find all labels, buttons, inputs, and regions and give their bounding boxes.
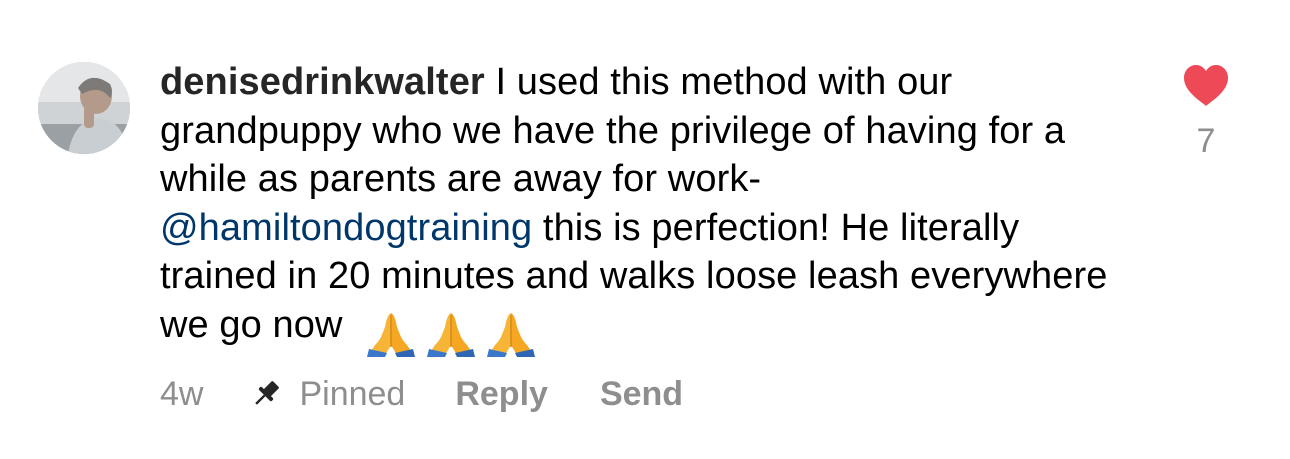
mention-link[interactable]: @hamiltondogtraining bbox=[160, 207, 532, 249]
comment-meta: 4w Pinned Reply Send bbox=[160, 372, 683, 416]
send-button[interactable]: Send bbox=[600, 375, 683, 414]
pinned-indicator: Pinned bbox=[249, 375, 405, 414]
heart-icon[interactable] bbox=[1182, 64, 1230, 108]
pinned-label: Pinned bbox=[299, 374, 406, 413]
folded-hands-emoji-icon bbox=[367, 313, 416, 357]
timestamp: 4w bbox=[160, 374, 204, 413]
emoji-row bbox=[365, 307, 545, 357]
pin-icon bbox=[255, 381, 280, 405]
username-link[interactable]: denisedrinkwalter bbox=[160, 61, 485, 103]
like-count: 7 bbox=[1196, 122, 1216, 160]
profile-photo-icon bbox=[38, 62, 130, 154]
like-control: 7 bbox=[1178, 64, 1234, 161]
avatar[interactable] bbox=[38, 62, 130, 154]
comment: denisedrinkwalter I used this method wit… bbox=[0, 0, 1290, 459]
folded-hands-emoji-icon bbox=[427, 313, 476, 357]
reply-button[interactable]: Reply bbox=[455, 375, 548, 414]
folded-hands-emoji-icon bbox=[487, 313, 536, 357]
comment-body: denisedrinkwalter I used this method wit… bbox=[160, 58, 1120, 357]
